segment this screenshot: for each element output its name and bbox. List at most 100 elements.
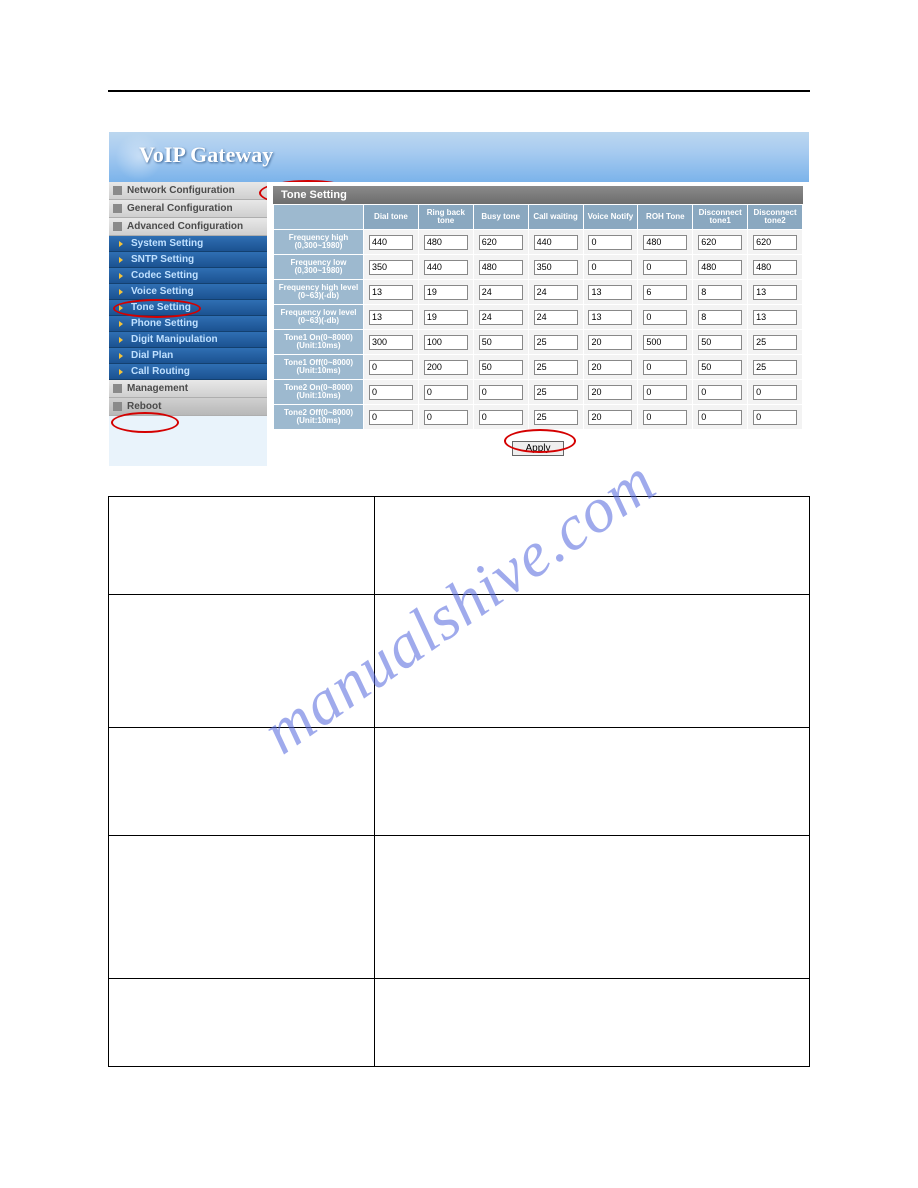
cell-input[interactable] xyxy=(534,310,578,325)
row-header: Frequency low level (0~63)(-db) xyxy=(274,305,364,330)
table-row: Frequency high (0,300~1980) xyxy=(274,230,803,255)
cell-input[interactable] xyxy=(753,335,797,350)
cell-input[interactable] xyxy=(534,335,578,350)
cell-input[interactable] xyxy=(534,410,578,425)
cell-input[interactable] xyxy=(698,410,742,425)
sidebar-item-voice[interactable]: Voice Setting xyxy=(109,284,267,300)
cell-input[interactable] xyxy=(424,260,468,275)
cell-input[interactable] xyxy=(643,385,687,400)
cell-input[interactable] xyxy=(753,385,797,400)
cell-input[interactable] xyxy=(369,335,413,350)
col-header: Call waiting xyxy=(528,205,583,230)
screenshot-area: VoIP Gateway Network Configuration Gener… xyxy=(109,132,809,466)
cell-input[interactable] xyxy=(424,360,468,375)
cell-input[interactable] xyxy=(424,410,468,425)
cell-input[interactable] xyxy=(588,410,632,425)
cell-input[interactable] xyxy=(753,285,797,300)
cell-input[interactable] xyxy=(753,410,797,425)
cell-input[interactable] xyxy=(369,235,413,250)
cell-input[interactable] xyxy=(588,260,632,275)
desc-cell xyxy=(109,979,375,1067)
sidebar-item-codec[interactable]: Codec Setting xyxy=(109,268,267,284)
sidebar-cat-management[interactable]: Management xyxy=(109,380,267,398)
cell-input[interactable] xyxy=(643,360,687,375)
sidebar-cat-general[interactable]: General Configuration xyxy=(109,200,267,218)
cell-input[interactable] xyxy=(479,410,523,425)
cell-input[interactable] xyxy=(643,260,687,275)
cell-input[interactable] xyxy=(534,235,578,250)
cell-input[interactable] xyxy=(369,385,413,400)
cell-input[interactable] xyxy=(479,310,523,325)
cell-input[interactable] xyxy=(753,310,797,325)
sidebar-item-callrouting[interactable]: Call Routing xyxy=(109,364,267,380)
cell-input[interactable] xyxy=(643,410,687,425)
cell-input[interactable] xyxy=(369,310,413,325)
cell-input[interactable] xyxy=(643,285,687,300)
cell-input[interactable] xyxy=(369,260,413,275)
cell-input[interactable] xyxy=(369,360,413,375)
row-header: Tone1 Off(0~8000) (Unit:10ms) xyxy=(274,355,364,380)
cell-input[interactable] xyxy=(369,285,413,300)
sidebar-cat-reboot[interactable]: Reboot xyxy=(109,398,267,416)
sidebar-item-phone[interactable]: Phone Setting xyxy=(109,316,267,332)
cell-input[interactable] xyxy=(643,335,687,350)
table-row: Frequency low (0,300~1980) xyxy=(274,255,803,280)
sidebar: Network Configuration General Configurat… xyxy=(109,182,267,466)
cell-input[interactable] xyxy=(698,360,742,375)
cell-input[interactable] xyxy=(698,235,742,250)
cell-input[interactable] xyxy=(424,235,468,250)
col-header: Ring back tone xyxy=(418,205,473,230)
cell-input[interactable] xyxy=(534,385,578,400)
cell-input[interactable] xyxy=(643,310,687,325)
cell-input[interactable] xyxy=(753,260,797,275)
cell-input[interactable] xyxy=(588,285,632,300)
cell-input[interactable] xyxy=(753,360,797,375)
sidebar-item-dialplan[interactable]: Dial Plan xyxy=(109,348,267,364)
cell-input[interactable] xyxy=(479,235,523,250)
cell-input[interactable] xyxy=(588,235,632,250)
cell-input[interactable] xyxy=(479,385,523,400)
table-row: Tone1 Off(0~8000) (Unit:10ms) xyxy=(274,355,803,380)
cell-input[interactable] xyxy=(698,260,742,275)
cell-input[interactable] xyxy=(588,385,632,400)
desc-cell xyxy=(375,979,810,1067)
cell-input[interactable] xyxy=(643,235,687,250)
desc-cell xyxy=(109,836,375,979)
cell-input[interactable] xyxy=(479,260,523,275)
cell-input[interactable] xyxy=(369,410,413,425)
sidebar-item-digit[interactable]: Digit Manipulation xyxy=(109,332,267,348)
cell-input[interactable] xyxy=(698,385,742,400)
row-header: Frequency low (0,300~1980) xyxy=(274,255,364,280)
sidebar-item-tone[interactable]: Tone Setting xyxy=(109,300,267,316)
col-header: Disconnect tone1 xyxy=(693,205,748,230)
app-banner: VoIP Gateway xyxy=(109,132,809,182)
cell-input[interactable] xyxy=(424,385,468,400)
app-title: VoIP Gateway xyxy=(139,142,273,168)
row-header: Frequency high level (0~63)(-db) xyxy=(274,280,364,305)
cell-input[interactable] xyxy=(753,235,797,250)
table-row: Tone2 Off(0~8000) (Unit:10ms) xyxy=(274,405,803,430)
cell-input[interactable] xyxy=(588,310,632,325)
cell-input[interactable] xyxy=(534,260,578,275)
cell-input[interactable] xyxy=(424,285,468,300)
cell-input[interactable] xyxy=(534,285,578,300)
cell-input[interactable] xyxy=(424,310,468,325)
table-row: Tone1 On(0~8000) (Unit:10ms) xyxy=(274,330,803,355)
apply-button[interactable]: Apply xyxy=(512,441,563,456)
sidebar-cat-advanced[interactable]: Advanced Configuration xyxy=(109,218,267,236)
sidebar-item-system[interactable]: System Setting xyxy=(109,236,267,252)
cell-input[interactable] xyxy=(698,310,742,325)
cell-input[interactable] xyxy=(588,335,632,350)
sidebar-item-sntp[interactable]: SNTP Setting xyxy=(109,252,267,268)
cell-input[interactable] xyxy=(479,285,523,300)
cell-input[interactable] xyxy=(698,335,742,350)
col-header: Disconnect tone2 xyxy=(748,205,803,230)
cell-input[interactable] xyxy=(698,285,742,300)
cell-input[interactable] xyxy=(534,360,578,375)
sidebar-cat-network[interactable]: Network Configuration xyxy=(109,182,267,200)
table-row: Tone2 On(0~8000) (Unit:10ms) xyxy=(274,380,803,405)
cell-input[interactable] xyxy=(588,360,632,375)
cell-input[interactable] xyxy=(424,335,468,350)
cell-input[interactable] xyxy=(479,335,523,350)
cell-input[interactable] xyxy=(479,360,523,375)
